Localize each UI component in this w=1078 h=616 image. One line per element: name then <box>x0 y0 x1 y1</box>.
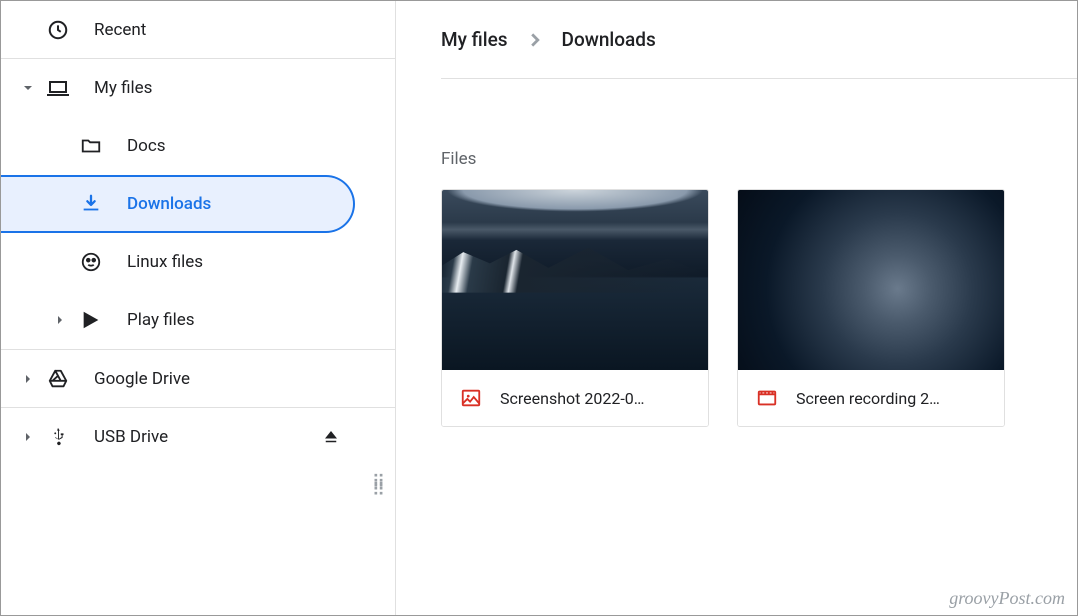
file-caption: Screenshot 2022-0… <box>442 370 708 426</box>
sidebar-item-recent[interactable]: Recent <box>1 1 395 59</box>
watermark: groovyPost.com <box>949 588 1065 609</box>
linux-icon <box>79 250 103 274</box>
file-thumbnail <box>738 190 1004 370</box>
video-file-icon <box>756 387 778 409</box>
folder-icon <box>79 134 103 158</box>
gdrive-icon <box>46 367 70 391</box>
breadcrumb: My files Downloads <box>441 1 1077 79</box>
sidebar-label: Play files <box>127 310 395 330</box>
sidebar-label: Recent <box>94 20 395 40</box>
expand-arrow-icon[interactable] <box>23 432 33 442</box>
file-card[interactable]: Screenshot 2022-0… <box>441 189 709 427</box>
clock-icon <box>46 18 70 42</box>
sidebar-item-usb[interactable]: USB Drive <box>1 407 395 465</box>
download-icon <box>79 192 103 216</box>
sidebar-label: Linux files <box>127 252 395 272</box>
laptop-icon <box>46 76 70 100</box>
breadcrumb-current: Downloads <box>562 28 656 51</box>
usb-icon <box>46 425 70 449</box>
file-caption: Screen recording 2… <box>738 370 1004 426</box>
breadcrumb-root[interactable]: My files <box>441 28 508 51</box>
chevron-right-icon <box>528 33 542 47</box>
files-grid: Screenshot 2022-0… Screen recording 2… <box>441 189 1077 427</box>
expand-arrow-icon[interactable] <box>23 374 33 384</box>
file-card[interactable]: Screen recording 2… <box>737 189 1005 427</box>
main-pane: My files Downloads Files Screenshot 2022… <box>396 1 1077 615</box>
file-name: Screenshot 2022-0… <box>500 389 644 408</box>
sidebar-item-gdrive[interactable]: Google Drive <box>1 349 395 407</box>
play-icon <box>79 308 103 332</box>
file-name: Screen recording 2… <box>796 389 940 408</box>
file-thumbnail <box>442 190 708 370</box>
sidebar-label: Google Drive <box>94 369 395 389</box>
expand-arrow-icon[interactable] <box>55 315 65 325</box>
sidebar-item-myfiles[interactable]: My files <box>1 59 395 117</box>
image-file-icon <box>460 387 482 409</box>
sidebar-label: USB Drive <box>94 427 395 447</box>
sidebar-label: My files <box>94 78 395 98</box>
sidebar-item-downloads[interactable]: Downloads <box>1 175 355 233</box>
sidebar-label: Downloads <box>127 194 353 214</box>
expand-arrow-icon[interactable] <box>23 83 33 93</box>
sidebar-item-linux[interactable]: Linux files <box>1 233 395 291</box>
eject-button[interactable] <box>322 428 340 446</box>
sidebar: Recent My files Docs Downloads <box>1 1 396 615</box>
drag-handle-icon[interactable]: ⠿⠿ <box>372 479 387 495</box>
sidebar-item-docs[interactable]: Docs <box>1 117 395 175</box>
files-section-label: Files <box>441 149 1077 169</box>
sidebar-item-playfiles[interactable]: Play files <box>1 291 395 349</box>
sidebar-label: Docs <box>127 136 395 156</box>
